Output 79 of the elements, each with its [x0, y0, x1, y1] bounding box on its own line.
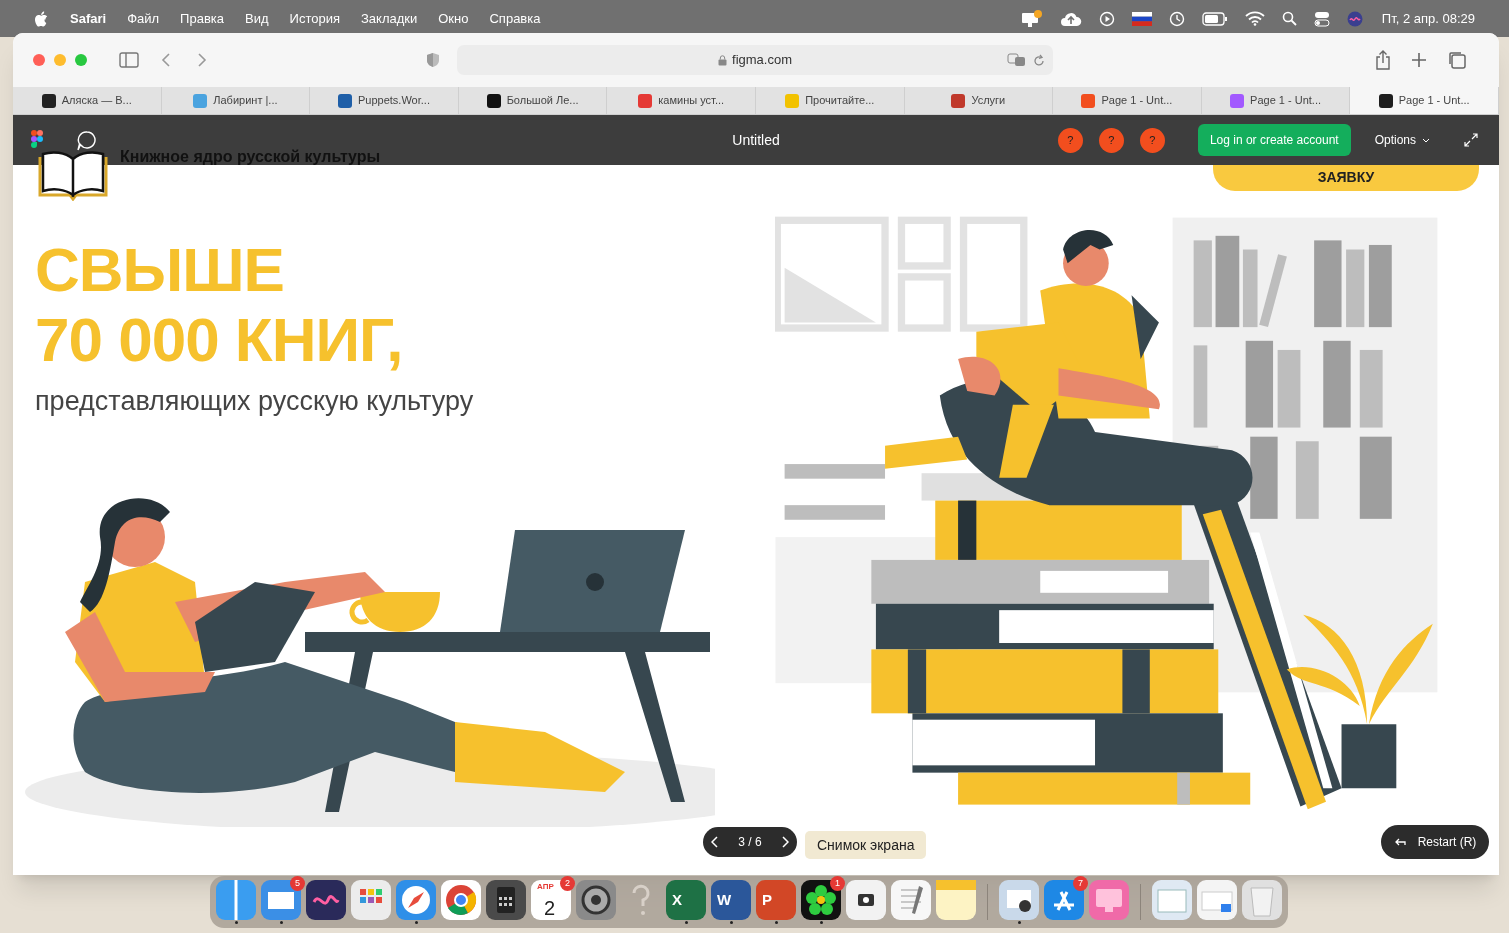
presentation-icon[interactable] [756, 880, 796, 920]
battery-icon[interactable] [1201, 11, 1228, 26]
slide-navigator[interactable]: 3 / 6 [703, 827, 797, 857]
menu-item[interactable]: Окно [438, 8, 469, 29]
chevron-down-icon [1422, 137, 1430, 143]
toggles-icon[interactable] [1313, 10, 1330, 27]
headline: СВЫШЕ [35, 235, 285, 305]
ring-icon[interactable] [441, 880, 481, 920]
forward-icon[interactable] [197, 52, 207, 68]
shield-icon[interactable] [426, 52, 440, 68]
flower-icon[interactable] [801, 880, 841, 920]
notification-badge: 1 [830, 876, 845, 891]
calculator-icon[interactable] [486, 880, 526, 920]
comment-icon[interactable] [76, 130, 98, 152]
tooltip: Снимок экрана [805, 831, 927, 859]
file-title: Untitled [732, 130, 780, 150]
new-tab-icon[interactable] [1411, 52, 1427, 68]
previous-icon[interactable] [711, 836, 719, 848]
clock-text[interactable]: Пт, 2 апр. 08:29 [1381, 8, 1475, 29]
request-button[interactable]: ЗАЯВКУ [1213, 165, 1479, 191]
book-logo-icon[interactable] [37, 149, 109, 201]
calendar-icon[interactable] [531, 880, 571, 920]
document-icon[interactable] [711, 880, 751, 920]
headline: 70 000 КНИГ, [35, 305, 404, 375]
notification-icon[interactable] [1020, 9, 1043, 28]
browser-tab[interactable]: Page 1 - Unt... [1350, 87, 1499, 114]
viewer-avatar[interactable]: ? [1057, 127, 1083, 153]
notification-badge: 7 [1073, 876, 1088, 891]
play-circle-icon[interactable] [1098, 10, 1115, 27]
menu-item[interactable]: Правка [180, 8, 225, 29]
restart-button[interactable]: Restart (R) [1381, 825, 1489, 859]
menu-item[interactable]: Safari [70, 8, 107, 29]
tab-overview-icon[interactable] [1447, 50, 1467, 70]
menu-item[interactable]: Файл [127, 8, 160, 29]
clock-icon[interactable] [1168, 10, 1185, 27]
calendar-day: 2 [544, 893, 556, 923]
viewer-avatar[interactable]: ? [1139, 127, 1165, 153]
menu-item[interactable]: История [289, 8, 340, 29]
search-icon[interactable] [1281, 11, 1297, 26]
address-field[interactable]: figma.com [457, 45, 1053, 75]
orb-icon[interactable] [306, 880, 346, 920]
expand-icon[interactable] [1463, 132, 1479, 148]
menu-item[interactable]: Вид [245, 8, 269, 29]
envelope-icon[interactable] [261, 880, 301, 920]
app-store-icon[interactable] [1044, 880, 1084, 920]
apple-logo-icon[interactable] [34, 10, 48, 27]
notification-badge: 5 [290, 876, 305, 891]
wifi-icon[interactable] [1244, 11, 1265, 26]
share-icon[interactable] [1375, 50, 1391, 70]
siri-icon[interactable] [1346, 10, 1363, 27]
gear-icon[interactable] [576, 880, 616, 920]
flag-icon[interactable] [1131, 11, 1152, 26]
menu-item[interactable]: Справка [489, 8, 541, 29]
reload-icon[interactable] [1033, 53, 1045, 67]
cloud-upload-icon[interactable] [1059, 10, 1082, 27]
folder-icon[interactable] [1197, 880, 1237, 920]
spreadsheet-icon[interactable] [666, 880, 706, 920]
sidebar-icon[interactable] [119, 52, 139, 68]
lock-icon [718, 54, 727, 66]
figma-logo-icon[interactable] [31, 129, 43, 149]
options-menu[interactable]: Options [1374, 131, 1430, 149]
subtitle: представляющих русскую культуру [35, 385, 475, 418]
next-icon[interactable] [781, 836, 789, 848]
folder-icon[interactable] [1152, 880, 1192, 920]
viewer-avatar[interactable]: ? [1098, 127, 1124, 153]
notification-badge: 2 [560, 876, 575, 891]
translate-icon[interactable] [1007, 53, 1027, 67]
menu-item[interactable]: Закладки [361, 8, 418, 29]
app-letter: X [672, 890, 682, 910]
app-letter: P [762, 890, 772, 910]
notepad-icon[interactable] [891, 880, 931, 920]
camera-icon[interactable] [846, 880, 886, 920]
calendar-month: АПР [537, 881, 554, 893]
window-control[interactable] [33, 54, 45, 66]
return-arrow-icon [1393, 837, 1406, 847]
back-icon[interactable] [161, 52, 171, 68]
app-grid-icon[interactable] [351, 880, 391, 920]
compass-icon[interactable] [396, 880, 436, 920]
app-letter: W [717, 890, 732, 910]
